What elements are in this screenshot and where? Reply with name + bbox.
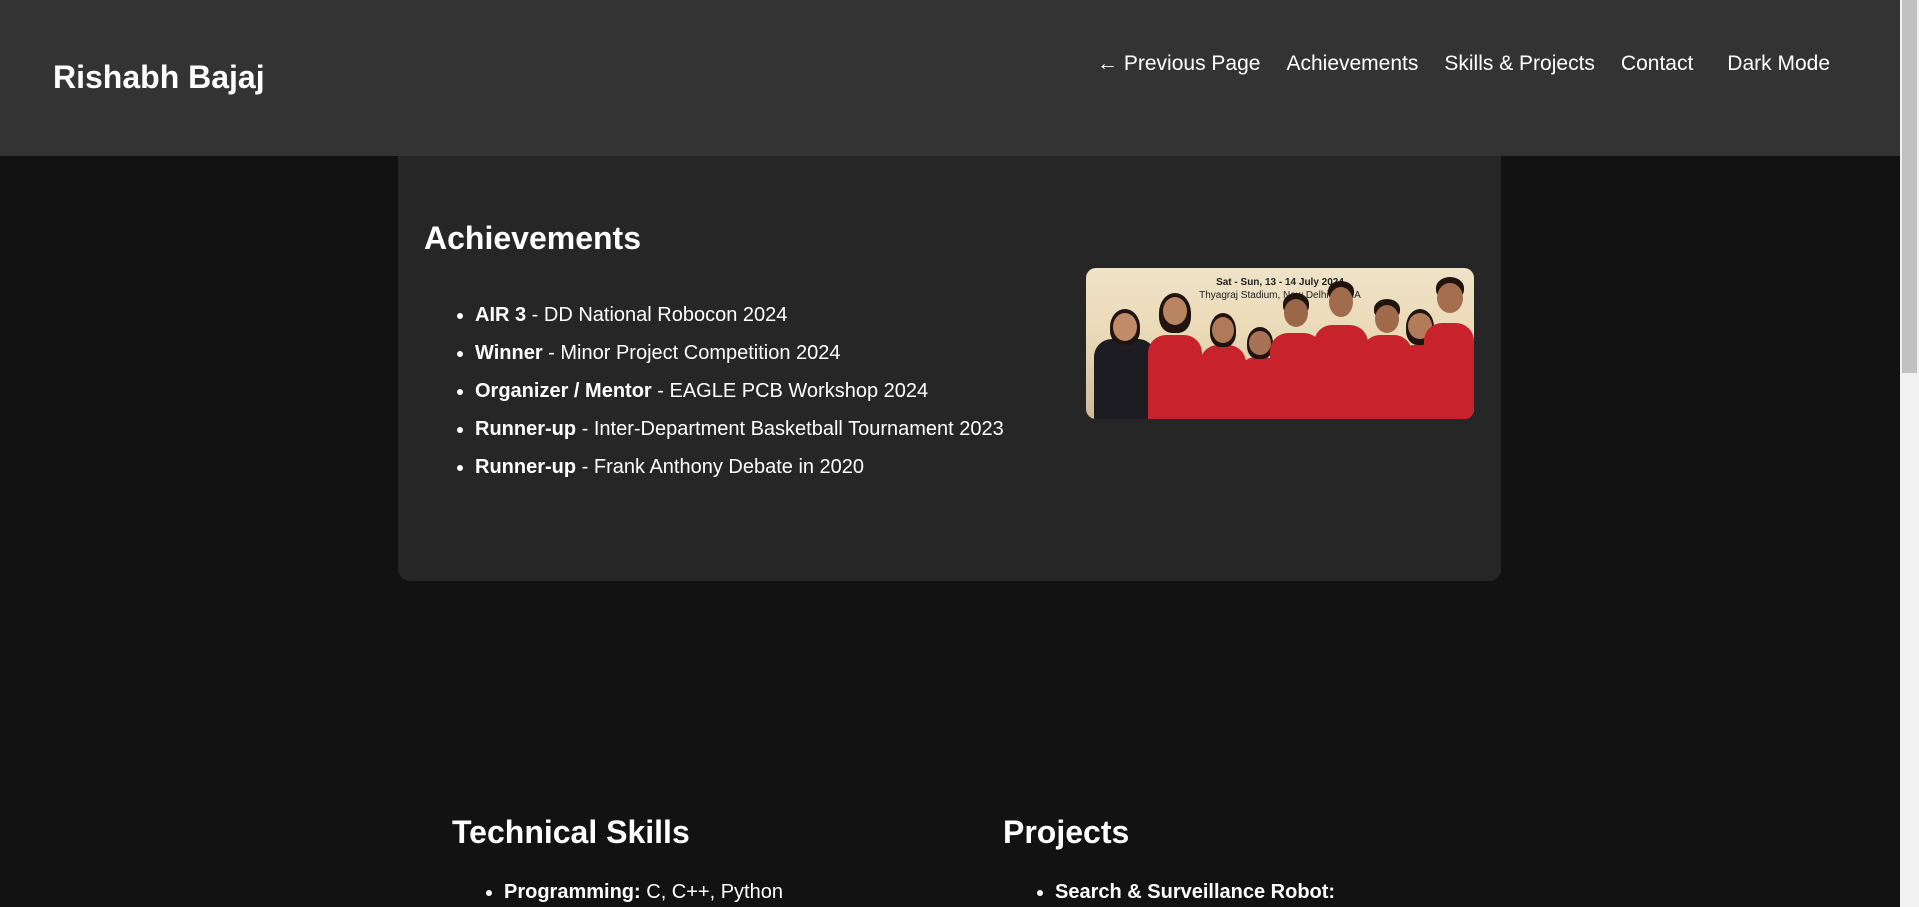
skill-detail: C, C++, Python	[640, 881, 783, 903]
nav-skills-projects[interactable]: Skills & Projects	[1444, 49, 1595, 79]
project-name: Search & Surveillance Robot:	[1055, 881, 1336, 903]
skills-list: Programming: C, C++, Python	[452, 878, 972, 906]
achievement-rank: Winner	[475, 342, 543, 364]
achievement-rank: Runner-up	[475, 418, 577, 440]
list-item: AIR 3 - DD National Robocon 2024	[475, 296, 1004, 334]
nav-previous-page[interactable]: ← Previous Page	[1097, 49, 1260, 79]
achievement-rank: AIR 3	[475, 304, 527, 326]
photo-caption-date: Sat - Sun, 13 - 14 July 2024	[1216, 277, 1344, 288]
list-item: Runner-up - Inter-Department Basketball …	[475, 410, 1004, 448]
team-photo: Sat - Sun, 13 - 14 July 2024 Thyagraj St…	[1086, 268, 1474, 419]
achievement-rank: Organizer / Mentor	[475, 380, 652, 402]
technical-skills-title: Technical Skills	[452, 814, 690, 850]
nav-contact[interactable]: Contact	[1621, 49, 1693, 79]
skill-category: Programming:	[504, 881, 641, 903]
scrollbar-thumb[interactable]	[1902, 0, 1917, 373]
site-title: Rishabh Bajaj	[53, 59, 265, 95]
achievement-detail: - EAGLE PCB Workshop 2024	[651, 380, 929, 402]
dark-mode-toggle[interactable]: Dark Mode	[1727, 49, 1830, 79]
projects-title: Projects	[1003, 814, 1130, 850]
team-member-figure	[1422, 275, 1474, 419]
achievement-detail: - Frank Anthony Debate in 2020	[576, 456, 865, 478]
list-item: Search & Surveillance Robot:	[1055, 878, 1523, 906]
list-item: Winner - Minor Project Competition 2024	[475, 334, 1004, 372]
projects-list: Search & Surveillance Robot:	[1003, 878, 1523, 906]
list-item: Runner-up - Frank Anthony Debate in 2020	[475, 448, 1004, 486]
main-nav: ← Previous Page Achievements Skills & Pr…	[1097, 49, 1830, 79]
achievement-detail: - Minor Project Competition 2024	[542, 342, 841, 364]
projects-section: Projects Search & Surveillance Robot:	[1003, 812, 1523, 906]
list-item: Organizer / Mentor - EAGLE PCB Workshop …	[475, 372, 1004, 410]
achievements-list: AIR 3 - DD National Robocon 2024 Winner …	[451, 296, 1004, 486]
team-member-figure	[1146, 291, 1204, 419]
achievement-detail: - Inter-Department Basketball Tournament…	[576, 418, 1004, 440]
nav-achievements[interactable]: Achievements	[1286, 49, 1418, 79]
achievement-detail: - DD National Robocon 2024	[526, 304, 788, 326]
technical-skills-section: Technical Skills Programming: C, C++, Py…	[452, 812, 972, 906]
site-header: Rishabh Bajaj ← Previous Page Achievemen…	[0, 0, 1900, 156]
page-scrollbar[interactable]	[1900, 0, 1919, 907]
achievements-title: Achievements	[424, 220, 641, 256]
achievement-rank: Runner-up	[475, 456, 577, 478]
list-item: Programming: C, C++, Python	[504, 878, 972, 906]
achievements-section: Achievements AIR 3 - DD National Robocon…	[398, 156, 1501, 581]
